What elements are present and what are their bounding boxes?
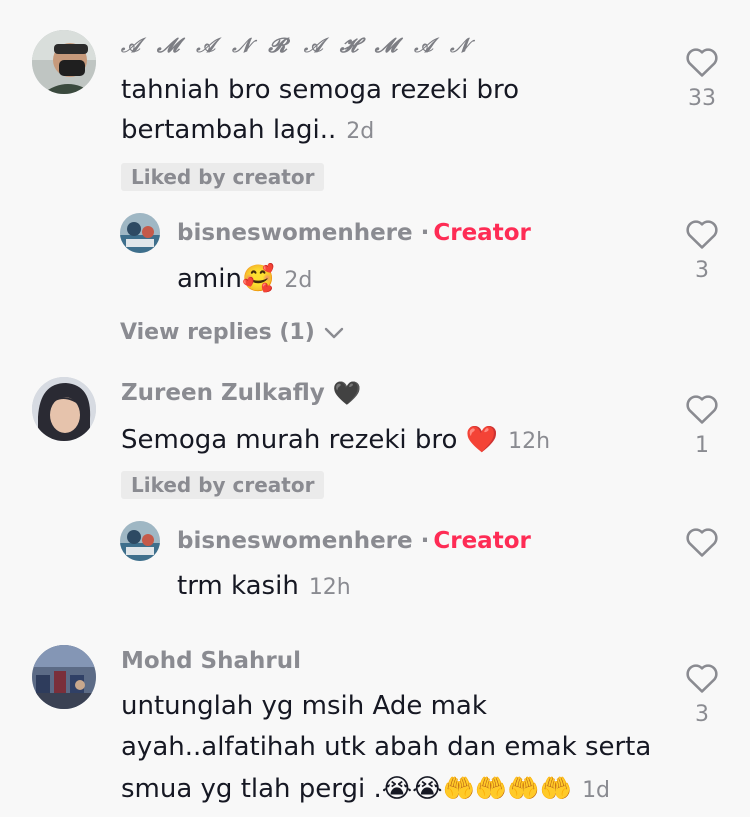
- like-count: 3: [695, 702, 709, 727]
- black-heart-emoji: 🖤: [332, 381, 362, 407]
- separator-dot: ·: [420, 220, 430, 246]
- liked-by-creator-badge: Liked by creator: [121, 471, 325, 499]
- comment-time: 2d: [346, 119, 375, 144]
- avatar[interactable]: [32, 30, 96, 94]
- comment-time: 1d: [582, 778, 611, 803]
- reply-text: amin🥰 2d: [177, 259, 312, 301]
- comment-author[interactable]: 𝒜 𝓜 𝒜 𝒩 𝓡 𝒜 𝓗 𝓜 𝒜 𝒩: [121, 33, 474, 57]
- heart-outline-icon: [686, 48, 718, 77]
- comment-text: bertambah lagi.. 2d: [121, 110, 374, 152]
- reply-text-content: amin: [177, 264, 242, 294]
- like-button[interactable]: 3: [672, 218, 732, 283]
- comment-text-line: smua yg tlah pergi .: [121, 774, 382, 804]
- comment-text: ayah..alfatihah utk abah dan emak serta: [121, 727, 651, 768]
- view-replies-button[interactable]: View replies (1): [120, 320, 344, 345]
- reply-text: trm kasih 12h: [177, 566, 351, 608]
- comment-text-line: bertambah lagi..: [121, 115, 337, 145]
- reply-author[interactable]: bisneswomenhere: [177, 220, 413, 246]
- like-button[interactable]: [672, 526, 732, 558]
- like-count: 33: [688, 86, 716, 111]
- like-count: 1: [695, 433, 709, 458]
- comment-text-line: tahniah bro semoga rezeki bro: [121, 75, 520, 105]
- smiling-hearts-emoji: 🥰: [241, 264, 275, 294]
- reply-time: 12h: [308, 575, 351, 600]
- like-button[interactable]: 3: [672, 662, 732, 727]
- creator-label: Creator: [433, 220, 531, 246]
- reply-author[interactable]: bisneswomenhere: [177, 528, 413, 554]
- comment-text-content: Semoga murah rezeki bro: [121, 425, 458, 455]
- liked-by-creator-badge: Liked by creator: [121, 163, 325, 191]
- heart-outline-icon: [686, 395, 718, 424]
- avatar[interactable]: [32, 377, 96, 441]
- comment-author[interactable]: Zureen Zulkafly: [121, 380, 325, 406]
- comment-author-line: Zureen Zulkafly 🖤: [121, 380, 361, 407]
- separator-dot: ·: [420, 528, 430, 554]
- reply-author-line: bisneswomenhere · Creator: [177, 528, 531, 554]
- comments-panel: 𝒜 𝓜 𝒜 𝒩 𝓡 𝒜 𝓗 𝓜 𝒜 𝒩 tahniah bro semoga r…: [0, 0, 750, 817]
- comment-text-line: ayah..alfatihah utk abah dan emak serta: [121, 732, 652, 762]
- reply-text-content: trm kasih: [177, 571, 299, 601]
- like-count: 3: [695, 258, 709, 283]
- comment-text: smua yg tlah pergi .😭😭🤲🤲🤲🤲 1d: [121, 769, 610, 811]
- comment-text-line: untunglah yg msih Ade mak: [121, 691, 487, 721]
- crying-and-palms-emojis: 😭😭🤲🤲🤲🤲: [381, 774, 573, 804]
- avatar[interactable]: [120, 213, 160, 253]
- heart-outline-icon: [686, 528, 718, 557]
- avatar[interactable]: [120, 521, 160, 561]
- heart-outline-icon: [686, 220, 718, 249]
- like-button[interactable]: 33: [672, 46, 732, 111]
- comment-author[interactable]: Mohd Shahrul: [121, 648, 301, 674]
- comment-text: Semoga murah rezeki bro ❤️ 12h: [121, 420, 550, 462]
- reply-author-line: bisneswomenhere · Creator: [177, 220, 531, 246]
- comment-time: 12h: [508, 429, 551, 454]
- like-button[interactable]: 1: [672, 393, 732, 458]
- reply-time: 2d: [284, 268, 313, 293]
- chevron-down-icon: [325, 327, 344, 339]
- comment-text: untunglah yg msih Ade mak: [121, 686, 487, 727]
- view-replies-label: View replies (1): [120, 320, 315, 345]
- avatar[interactable]: [32, 645, 96, 709]
- heart-outline-icon: [686, 664, 718, 693]
- comment-text: tahniah bro semoga rezeki bro: [121, 70, 519, 111]
- red-heart-emoji: ❤️: [465, 425, 499, 455]
- creator-label: Creator: [433, 528, 531, 554]
